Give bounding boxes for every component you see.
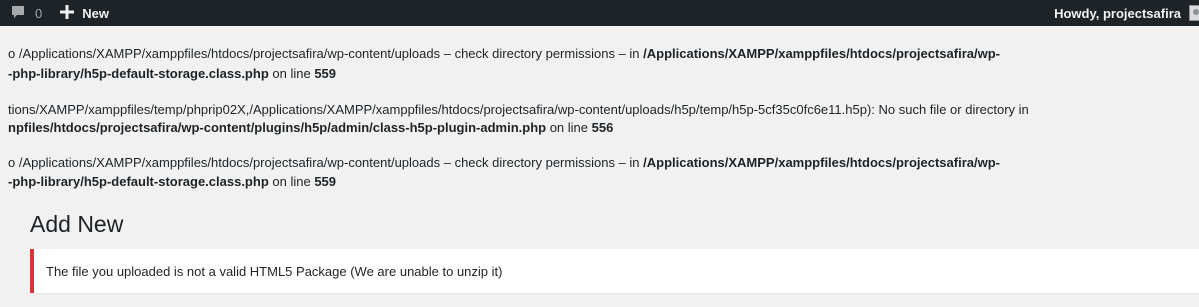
warning-2-online: on line [546, 120, 592, 135]
warning-1-line-2: -php-library/h5p-default-storage.class.p… [8, 64, 336, 84]
new-content-label: New [82, 5, 109, 21]
warning-3-text: o /Applications/XAMPP/xamppfiles/htdocs/… [8, 155, 644, 170]
warning-3-line-2: -php-library/h5p-default-storage.class.p… [8, 172, 336, 192]
warning-1-line-1: o /Applications/XAMPP/xamppfiles/htdocs/… [8, 44, 1000, 64]
warning-2-line-2: npfiles/htdocs/projectsafira/wp-content/… [8, 118, 613, 138]
comments-count: 0 [35, 5, 43, 21]
warning-2-line-number: 556 [591, 120, 614, 135]
warning-2-file: npfiles/htdocs/projectsafira/wp-content/… [8, 120, 547, 135]
warning-1-online: on line [268, 66, 315, 81]
howdy-text: Howdy, projectsafira [1054, 5, 1181, 21]
speech-bubble-icon [10, 4, 26, 23]
error-notice-message: The file you uploaded is not a valid HTM… [46, 263, 503, 279]
admin-bar-left: 0 New [0, 0, 109, 26]
warning-3-line-1: o /Applications/XAMPP/xamppfiles/htdocs/… [8, 153, 1000, 173]
admin-bar: 0 New Howdy, projectsafira [0, 0, 1199, 26]
avatar-icon [1189, 5, 1199, 21]
page-title: Add New [30, 211, 124, 237]
warning-1-line-number: 559 [314, 66, 337, 81]
warning-2-text: tions/XAMPP/xamppfiles/temp/phprip02X,/A… [8, 102, 1029, 117]
warning-2-line-1: tions/XAMPP/xamppfiles/temp/phprip02X,/A… [8, 100, 1029, 120]
warning-1-file: -php-library/h5p-default-storage.class.p… [8, 66, 269, 81]
warning-3-line-number: 559 [314, 174, 337, 189]
admin-bar-right: Howdy, projectsafira [1054, 0, 1199, 26]
error-notice: The file you uploaded is not a valid HTM… [30, 249, 1199, 293]
comments-link[interactable]: 0 [10, 0, 42, 26]
my-account-link[interactable]: Howdy, projectsafira [1054, 0, 1199, 26]
plus-icon [60, 4, 75, 22]
warning-1-path: /Applications/XAMPP/xamppfiles/htdocs/pr… [643, 46, 1000, 61]
warning-3-path: /Applications/XAMPP/xamppfiles/htdocs/pr… [643, 155, 1000, 170]
warning-1-text: o /Applications/XAMPP/xamppfiles/htdocs/… [8, 46, 644, 61]
new-content-link[interactable]: New [60, 0, 109, 26]
warning-3-file: -php-library/h5p-default-storage.class.p… [8, 174, 269, 189]
warning-3-online: on line [268, 174, 315, 189]
